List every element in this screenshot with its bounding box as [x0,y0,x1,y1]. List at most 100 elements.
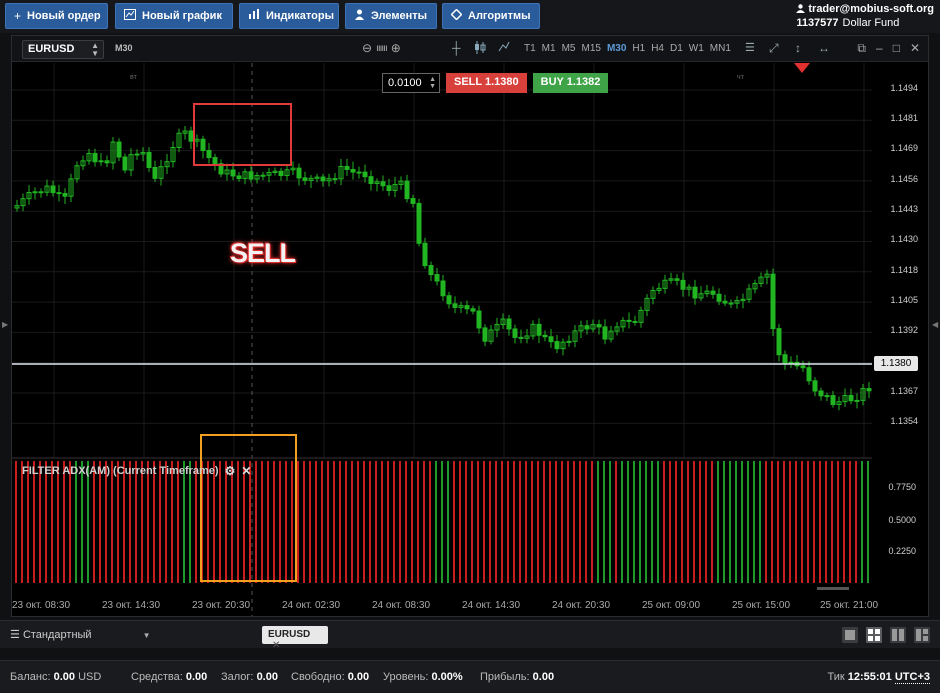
indicators-button[interactable]: Индикаторы [239,3,339,29]
balance-currency: USD [78,671,102,683]
histogram-bar [555,461,557,583]
gear-icon[interactable]: ⚙ [225,464,236,478]
layout-grid-icon[interactable] [866,627,882,643]
candle-chart-icon[interactable] [474,41,486,57]
candle-body [380,181,386,187]
candle-body [428,265,434,276]
equity-label: Средства: [131,671,183,683]
candle-body [302,177,308,181]
lot-size-input[interactable]: 0.0100 ▲ ▼ [382,73,440,93]
histogram-bar [231,461,233,583]
histogram-bar [843,461,845,583]
histogram-bar [741,461,743,583]
marker-triangle [794,63,810,73]
histogram-bar [501,461,503,583]
maximize-icon[interactable]: □ [893,41,900,56]
algorithms-label: Алгоритмы [468,10,531,22]
candle-body [146,151,152,169]
indicator-level-label: 0.2250 [888,546,916,556]
time-label: 24 окт. 20:30 [552,600,611,611]
candle-body [722,300,728,304]
horizontal-line-icon[interactable]: ↔ [818,41,830,55]
collapse-right-icon[interactable]: ◀ [932,320,938,329]
layout-columns-icon[interactable] [890,627,906,643]
histogram-bar [123,461,125,583]
histogram-bar [471,461,473,583]
histogram-bar [405,461,407,583]
zoom-out-icon[interactable]: ⊖ [362,41,372,55]
new-chart-button[interactable]: Новый график [115,3,233,29]
candle-body [98,160,104,163]
list-icon[interactable]: ☰ [745,41,755,54]
algorithms-button[interactable]: Алгоритмы [442,3,540,29]
tf-m30[interactable]: M30 [607,43,626,54]
symbol-select[interactable]: EURUSD ▲ ▼ [22,40,104,59]
layout-split-icon[interactable] [914,627,930,643]
histogram-bar [249,461,251,583]
trendline-icon[interactable]: ⤢ [769,41,779,56]
candle-body [410,198,416,204]
tf-h4[interactable]: H4 [651,43,664,54]
current-price-tag: 1.1380 [874,356,918,371]
tf-m1[interactable]: M1 [542,43,556,54]
vertical-line-icon[interactable]: ↕ [795,41,801,55]
histogram-bar [279,461,281,583]
equity: Средства: 0.00 [131,671,207,683]
tf-t1[interactable]: T1 [524,43,536,54]
balance-label: Баланс: [10,671,51,683]
tf-m5[interactable]: M5 [562,43,576,54]
candle-body [728,302,734,305]
histogram-bar [387,461,389,583]
histogram-bar [669,461,671,583]
margin: Залог: 0.00 [221,671,278,683]
tf-m15[interactable]: M15 [581,43,600,54]
histogram-bar [735,461,737,583]
layout-select[interactable]: ☰ Стандартный ▼ [10,628,151,641]
sell-button[interactable]: SELL 1.1380 [446,73,527,93]
histogram-bar [165,461,167,583]
timezone-value[interactable]: UTC+3 [894,671,930,684]
scroll-handle[interactable] [817,587,849,590]
plus-icon: + [14,9,22,23]
zoom-control[interactable]: ⊖ ıııııı ⊕ [362,41,401,55]
line-chart-icon[interactable] [498,41,510,56]
buy-button[interactable]: BUY 1.1382 [532,73,609,93]
layout-single-icon[interactable] [842,627,858,643]
minimize-icon[interactable]: – [876,41,883,56]
histogram-bar [435,461,437,583]
close-icon[interactable]: ✕ [910,41,920,56]
price-label: 1.1354 [890,416,918,426]
spinner-icon[interactable]: ▲ ▼ [429,76,436,90]
zoom-level-icon: ıııııı [376,42,388,54]
histogram-bar [447,461,449,583]
tf-w1[interactable]: W1 [689,43,704,54]
layout-value: Стандартный [22,629,92,641]
histogram-bar [687,461,689,583]
price-chart[interactable] [12,63,872,616]
histogram-bar [183,461,185,583]
tab-eurusd[interactable]: EURUSD ✕ [262,626,328,651]
histogram-bar [549,461,551,583]
collapse-left-icon[interactable]: ▶ [2,320,8,329]
candle-body [602,326,608,340]
histogram-bar [807,461,809,583]
zoom-in-icon[interactable]: ⊕ [391,41,401,55]
histogram-bar [429,461,431,583]
popout-icon[interactable]: ⧉ [857,41,866,56]
tf-d1[interactable]: D1 [670,43,683,54]
close-icon[interactable]: ✕ [272,640,280,651]
account-info[interactable]: trader@mobius-soft.org 1137577 Dollar Fun… [796,2,934,30]
histogram-bar [69,461,71,583]
bar-chart-icon[interactable]: ┼ [452,41,461,55]
tf-h1[interactable]: H1 [632,43,645,54]
histogram-bar [369,461,371,583]
histogram-bar [189,461,191,583]
histogram-bar [813,461,815,583]
histogram-bar [351,461,353,583]
histogram-bar [195,461,197,583]
new-order-button[interactable]: + Новый ордер [5,3,108,29]
close-icon[interactable]: ✕ [241,464,251,478]
candle-body [386,185,392,192]
tf-mn1[interactable]: MN1 [710,43,731,54]
elements-button[interactable]: Элементы [345,3,437,29]
